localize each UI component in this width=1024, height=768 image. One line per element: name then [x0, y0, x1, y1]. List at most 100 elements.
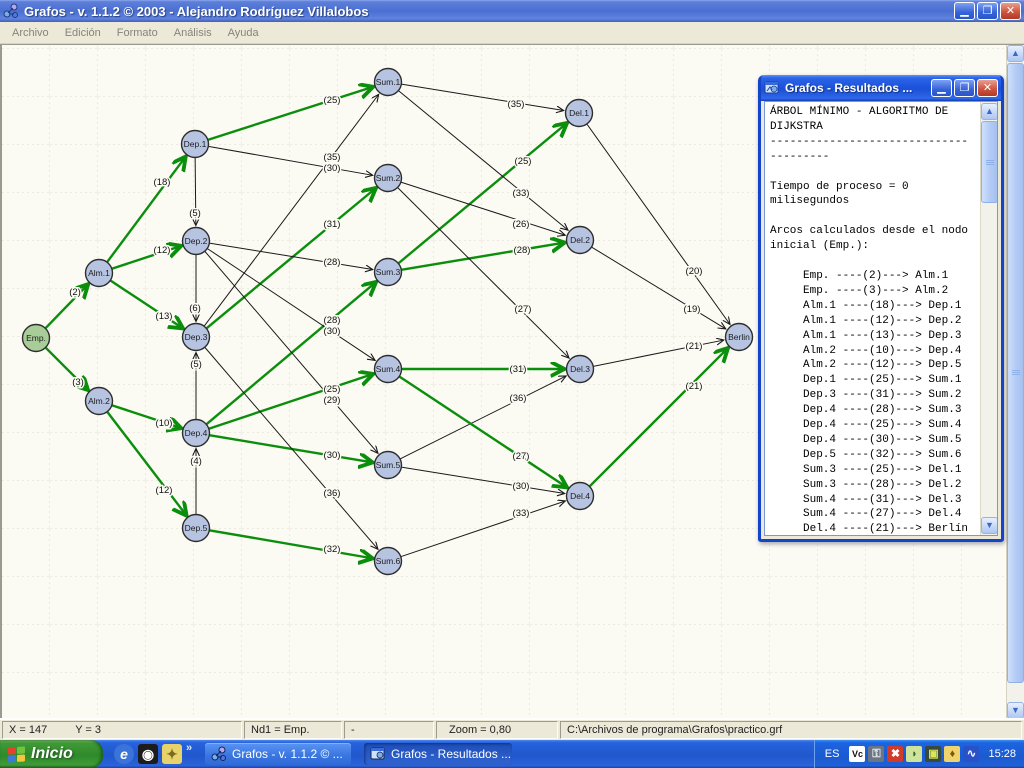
scroll-down-button[interactable]: ▼	[1007, 702, 1024, 719]
close-button[interactable]: ✕	[1000, 2, 1021, 20]
language-indicator[interactable]: ES	[825, 748, 840, 760]
edge-weight-Dep2-Sum4: (30)	[324, 326, 341, 337]
media-player-icon[interactable]: ◉	[138, 744, 158, 764]
minimize-button[interactable]: ▁	[954, 2, 975, 20]
node-label-Dep4: Dep.4	[185, 428, 208, 438]
results-text-area[interactable]: ÁRBOL MÍNIMO - ALGORITMO DE DIJKSTRA ---…	[764, 101, 998, 536]
edge-weight-Del3-Berlin: (21)	[686, 341, 703, 352]
results-text: ÁRBOL MÍNIMO - ALGORITMO DE DIJKSTRA ---…	[765, 102, 997, 536]
status-extra: -	[344, 721, 434, 739]
edge-weight-Sum4-Del4: (27)	[513, 451, 530, 462]
results-title: Grafos - Resultados ...	[785, 81, 929, 95]
main-window-title: Grafos - v. 1.1.2 © 2003 - Alejandro Rod…	[24, 4, 952, 19]
edge-weight-Sum5-Del4: (30)	[513, 481, 530, 492]
node-label-Alm1: Alm.1	[88, 268, 110, 278]
results-window-icon	[764, 80, 780, 96]
edge-weight-Dep2-Dep3: (6)	[189, 303, 201, 314]
desktop: Grafos - v. 1.1.2 © 2003 - Alejandro Rod…	[0, 0, 1024, 768]
menu-edicion[interactable]: Edición	[57, 24, 109, 42]
status-x: X = 147	[9, 724, 47, 736]
edge-weight-Emp-Alm1: (2)	[69, 287, 81, 298]
windows-logo-icon	[8, 746, 25, 762]
edge-weight-Sum1-Del2: (33)	[513, 188, 530, 199]
results-scroll-thumb[interactable]	[981, 121, 998, 203]
node-label-Del4: Del.4	[570, 491, 590, 501]
status-y: Y = 3	[75, 724, 101, 736]
results-vertical-scrollbar[interactable]: ▲ ▼	[980, 102, 997, 535]
edge-weight-Dep4-Sum5: (30)	[324, 450, 341, 461]
edge-weight-Sum6-Del4: (33)	[513, 508, 530, 519]
grafos-task-icon	[211, 746, 227, 762]
volume-icon[interactable]: ∿	[963, 746, 979, 762]
status-coordinates: X = 147 Y = 3	[2, 721, 242, 739]
edge-weight-Del1-Berlin: (20)	[686, 266, 703, 277]
edge-weight-Emp-Alm2: (3)	[72, 377, 84, 388]
vnc-icon[interactable]: Vc	[849, 746, 865, 762]
results-scroll-down-button[interactable]: ▼	[981, 517, 998, 534]
clock: 15:28	[988, 748, 1016, 760]
tray-icons: Vc⚿✖◗▣♦∿	[849, 746, 982, 762]
edge-weight-Dep5-Dep4: (4)	[190, 456, 202, 467]
status-file-path: C:\Archivos de programa\Grafos\practico.…	[560, 721, 1022, 739]
node-label-Del2: Del.2	[570, 235, 590, 245]
menu-analisis[interactable]: Análisis	[166, 24, 220, 42]
menu-archivo[interactable]: Archivo	[4, 24, 57, 42]
node-label-Sum2: Sum.2	[376, 173, 401, 183]
edge-weight-Dep2-Sum3: (28)	[324, 257, 341, 268]
results-scroll-up-button[interactable]: ▲	[981, 103, 998, 120]
edge-weight-Sum3-Del1: (25)	[515, 156, 532, 167]
node-label-Del1: Del.1	[569, 108, 589, 118]
edge-weight-Sum2-Del2: (26)	[513, 219, 530, 230]
edge-weight-Alm1-Dep2: (12)	[154, 245, 171, 256]
node-label-Emp: Emp.	[26, 333, 46, 343]
results-minimize-button[interactable]: ▁	[931, 79, 952, 97]
results-titlebar[interactable]: Grafos - Resultados ... ▁ ❐ ✕	[761, 75, 1001, 101]
keys-icon[interactable]: ✦	[162, 744, 182, 764]
node-label-Dep5: Dep.5	[185, 523, 208, 533]
edge-weight-Alm2-Dep5: (12)	[156, 485, 173, 496]
results-window[interactable]: Grafos - Resultados ... ▁ ❐ ✕ ÁRBOL MÍNI…	[758, 75, 1004, 542]
network-icon[interactable]: ◗	[906, 746, 922, 762]
edge-weight-Sum4-Del3: (31)	[510, 364, 527, 375]
status-node: Nd1 = Emp.	[244, 721, 342, 739]
scroll-up-button[interactable]: ▲	[1007, 45, 1024, 62]
taskbar: Inicio e◉✦ » Grafos - v. 1.1.2 © ... Gra…	[0, 740, 1024, 768]
edge-weight-Sum3-Del2: (28)	[514, 245, 531, 256]
internet-explorer-icon[interactable]: e	[114, 744, 134, 764]
results-restore-button[interactable]: ❐	[954, 79, 975, 97]
scroll-grip	[1012, 370, 1020, 371]
node-label-Dep1: Dep.1	[184, 139, 207, 149]
status-bar: X = 147 Y = 3 Nd1 = Emp. - Zoom = 0,80 C…	[0, 718, 1024, 740]
edge-weight-Sum1-Del1: (35)	[508, 99, 525, 110]
edge-weight-Dep5-Sum6: (32)	[324, 544, 341, 555]
edge-weight-Sum2-Del3: (27)	[515, 304, 532, 315]
messenger-icon[interactable]: ♦	[944, 746, 960, 762]
start-label: Inicio	[31, 745, 73, 763]
node-label-Sum6: Sum.6	[376, 556, 401, 566]
main-window-titlebar[interactable]: Grafos - v. 1.1.2 © 2003 - Alejandro Rod…	[0, 0, 1024, 22]
edge-weight-Dep1-Sum2: (30)	[324, 163, 341, 174]
display-icon[interactable]: ▣	[925, 746, 941, 762]
alert-icon[interactable]: ✖	[887, 746, 903, 762]
quick-launch-chevron-icon[interactable]: »	[186, 742, 192, 754]
node-label-Berlin: Berlin	[728, 332, 750, 342]
taskbar-task-grafos[interactable]: Grafos - v. 1.1.2 © ...	[205, 743, 351, 765]
edge-weight-Dep4-Dep3: (5)	[190, 359, 202, 370]
device-icon[interactable]: ⚿	[868, 746, 884, 762]
start-button[interactable]: Inicio	[0, 740, 103, 768]
menu-formato[interactable]: Formato	[109, 24, 166, 42]
results-close-button[interactable]: ✕	[977, 79, 998, 97]
scroll-thumb[interactable]	[1007, 63, 1024, 683]
menu-ayuda[interactable]: Ayuda	[220, 24, 267, 42]
taskbar-task-resultados[interactable]: Grafos - Resultados ...	[364, 743, 512, 765]
grafos-app-icon	[3, 3, 19, 19]
results-task-icon	[370, 746, 386, 762]
restore-button[interactable]: ❐	[977, 2, 998, 20]
task-label: Grafos - v. 1.1.2 © ...	[232, 747, 343, 761]
task-label: Grafos - Resultados ...	[391, 747, 511, 761]
node-label-Sum3: Sum.3	[376, 267, 401, 277]
node-label-Alm2: Alm.2	[88, 396, 110, 406]
edge-weight-Dep1-Dep2: (5)	[189, 208, 201, 219]
node-label-Sum5: Sum.5	[376, 460, 401, 470]
canvas-vertical-scrollbar[interactable]: ▲ ▼	[1006, 45, 1024, 719]
